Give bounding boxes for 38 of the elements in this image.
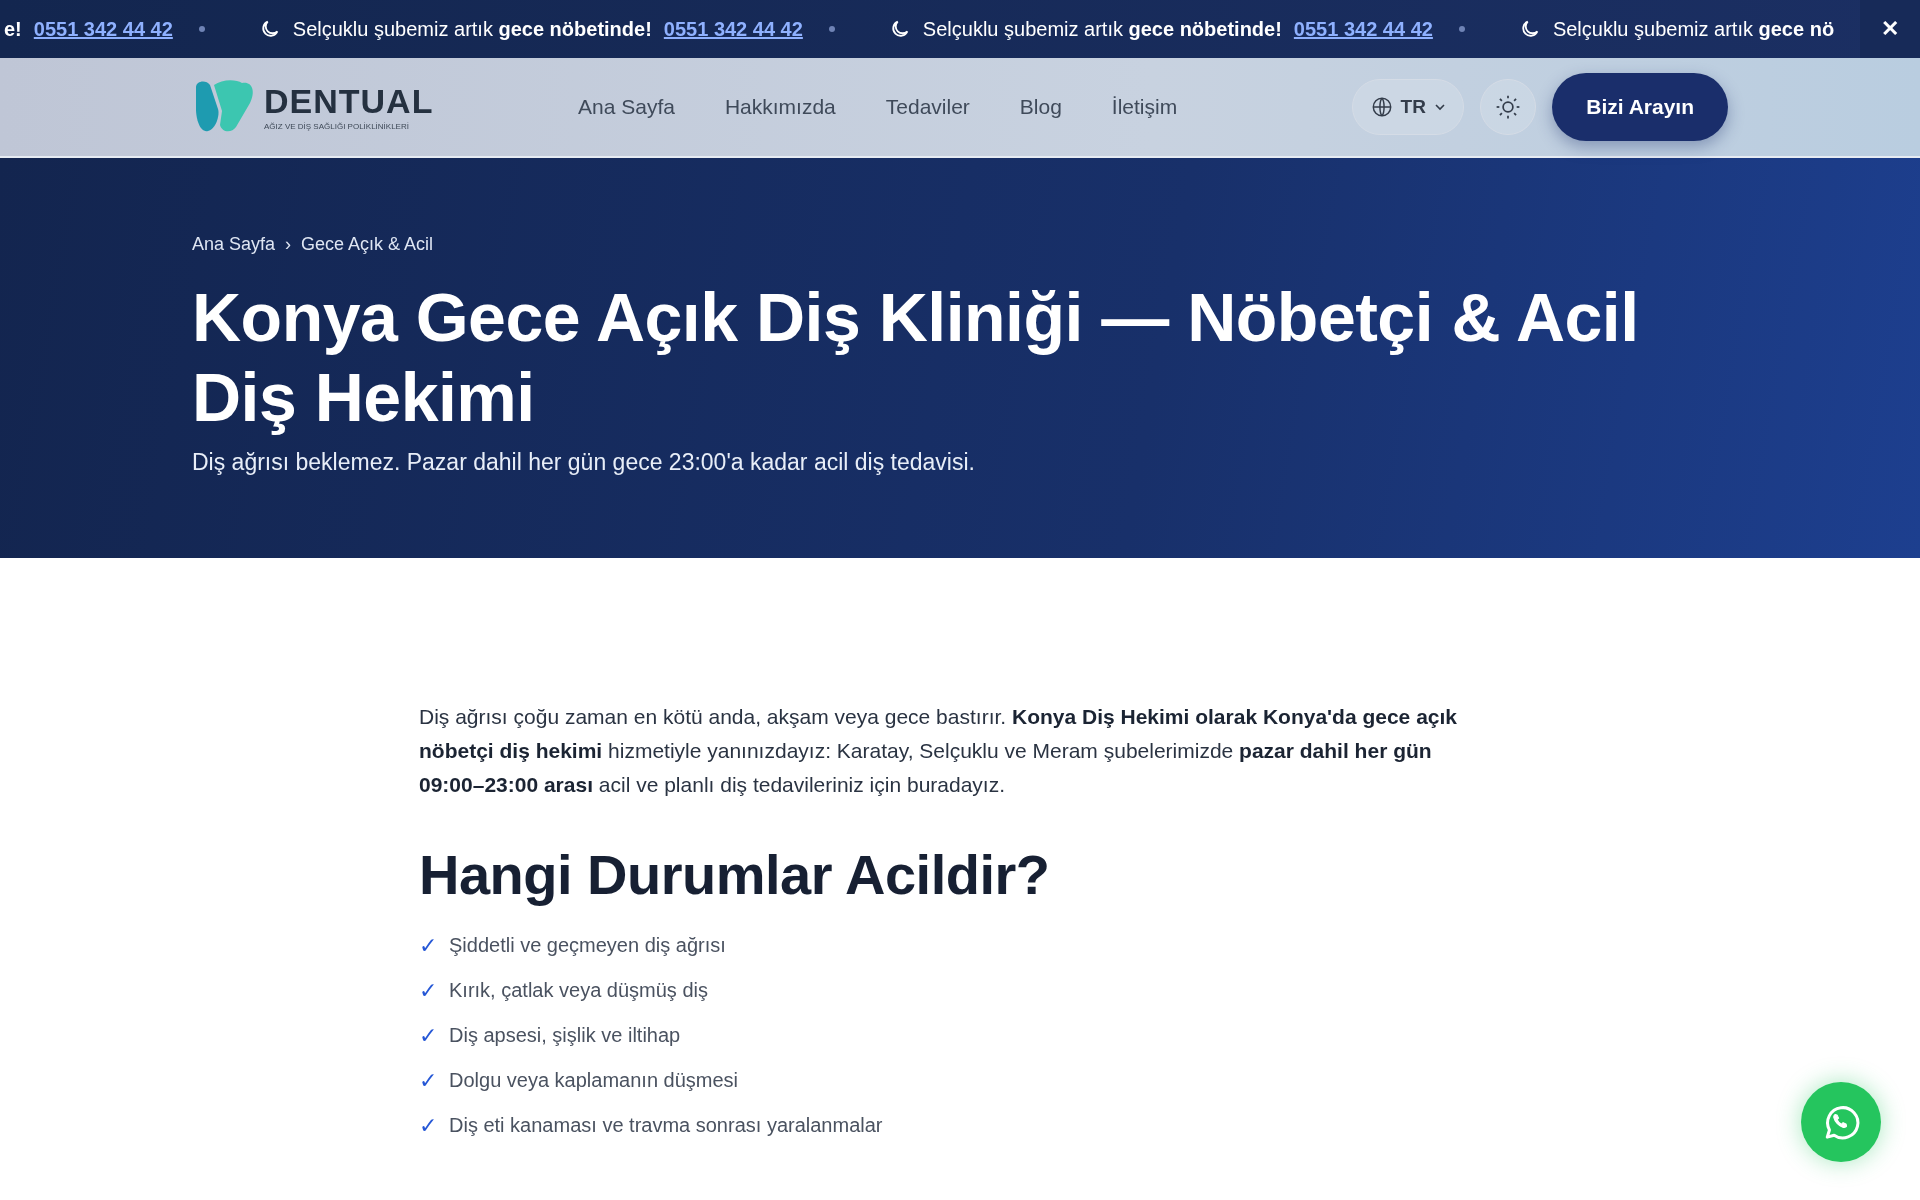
list-item-text: Dolgu veya kaplamanın düşmesi (449, 1068, 739, 1093)
list-item-text: Diş apsesi, şişlik ve iltihap (449, 1023, 681, 1048)
language-selector[interactable]: TR (1352, 79, 1465, 135)
announcement-text: Selçuklu şubemiz artık gece nö (1552, 17, 1835, 41)
section-heading: Hangi Durumlar Acildir? (419, 842, 1051, 907)
announcement-text: Selçuklu şubemiz artık gece nöbetinde! (922, 17, 1282, 41)
nav-link[interactable]: Ana Sayfa (578, 95, 675, 119)
chevron-down-icon (1433, 101, 1446, 113)
brand-name: DENTUAL (264, 83, 434, 118)
nav-link[interactable]: Tedaviler (885, 95, 970, 119)
breadcrumb-separator: › (285, 234, 292, 255)
announcement-text: Selçuklu şubemiz artık gece nöbetinde! (292, 17, 652, 41)
globe-icon (1370, 96, 1393, 118)
phone-link[interactable]: 0551 342 44 42 (1293, 17, 1433, 41)
phone-link[interactable]: 0551 342 44 42 (33, 17, 173, 41)
list-item-text: Şiddetli ve geçmeyen diş ağrısı (449, 933, 726, 958)
check-mark: ✓ (419, 1023, 435, 1048)
nav-link[interactable]: İletişim (1111, 95, 1178, 119)
phone-link[interactable]: 0551 342 44 42 (663, 17, 803, 41)
breadcrumb-link[interactable]: Gece Açık & Acil (301, 234, 434, 255)
breadcrumb-link[interactable]: Ana Sayfa (192, 234, 276, 255)
page-subtitle: Diş ağrısı beklemez. Pazar dahil her gün gece 23:00'a kadar acil diş tedavisi. (192, 449, 976, 476)
sun-icon (1495, 94, 1522, 120)
close-button[interactable]: ✕ (1860, 0, 1920, 58)
announcement-text: e! (4, 17, 22, 41)
check-mark: ✓ (419, 1068, 435, 1093)
call-us-button[interactable]: Bizi Arayın (1552, 73, 1728, 141)
brand-tagline: AĞIZ VE DİŞ SAĞLIĞI POLİKLİNİKLERİ (264, 121, 410, 131)
list-item-text: Diş eti kanaması ve travma sonrası yaralanmalar (449, 1113, 883, 1138)
check-mark: ✓ (419, 978, 435, 1003)
chat-button[interactable] (1801, 1082, 1881, 1162)
check-mark: ✓ (419, 933, 435, 958)
nav-link[interactable]: Hakkımızda (724, 95, 836, 119)
check-mark: ✓ (419, 1113, 435, 1138)
nav-link[interactable]: Blog (1019, 95, 1062, 119)
list-item-text: Kırık, çatlak veya düşmüş diş (449, 978, 708, 1003)
intro-paragraph: Diş ağrısı çoğu zaman en kötü anda, akşam veya gece bastırır. Konya Diş Hekimi olarak Konya'da gece açık nöbetçi diş hekimi hizmetiyle yanınızdayız: Karatay, Selçuklu ve Meram şubelerimizde pazar dahil her gün 09:00–23:00 arası acil ve planlı diş tedavileriniz için buradayız. (419, 704, 1458, 798)
page-title: Konya Gece Açık Diş Kliniği — Nöbetçi & Acil Diş Hekimi (192, 278, 1640, 437)
